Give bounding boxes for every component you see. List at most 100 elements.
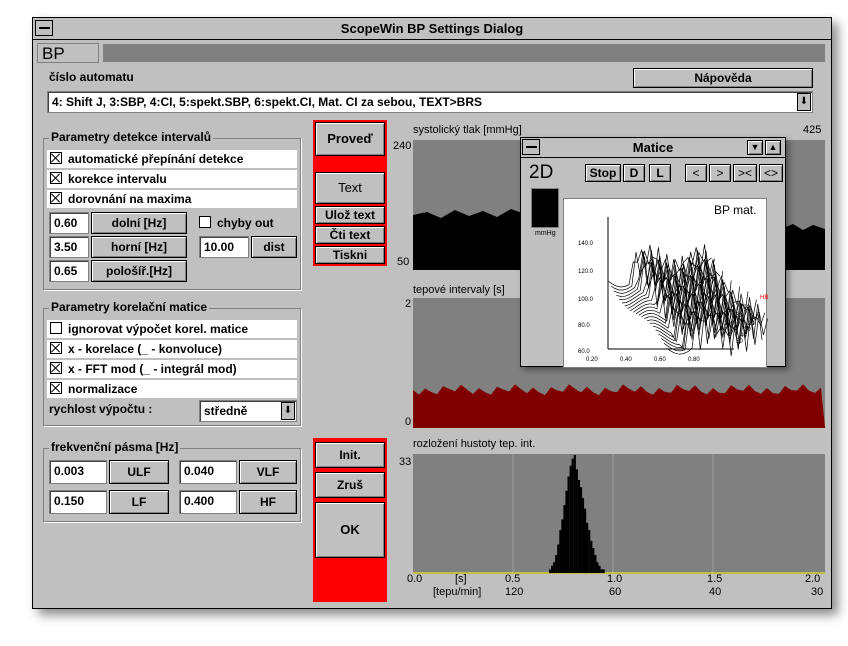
checkbox-errors-out[interactable]: chyby out: [199, 216, 274, 230]
checkbox-icon: [50, 382, 62, 394]
ulf-button[interactable]: ULF: [109, 460, 169, 484]
lf-button[interactable]: LF: [109, 490, 169, 514]
matrix-xtick-2: 0.60: [654, 357, 666, 363]
hist-xtick-1: 0.5: [505, 573, 521, 585]
systolic-ymin: 50: [397, 256, 410, 268]
ulf-input[interactable]: 0.003: [49, 460, 107, 484]
print-button[interactable]: Tiskni: [315, 246, 385, 264]
matrix-titlebar[interactable]: Matice: [521, 138, 785, 158]
checkbox-normalization[interactable]: normalizace: [47, 380, 297, 398]
checkbox-auto-switch[interactable]: automatické přepínání detekce: [47, 150, 297, 168]
dist-button[interactable]: dist: [251, 236, 297, 258]
hist-bpm-tick-2: 40: [709, 586, 722, 598]
checkbox-icon: [50, 362, 62, 374]
matrix-swatch: [531, 188, 559, 228]
system-menu-icon[interactable]: [35, 20, 53, 36]
matrix-ztick-5: 100: [740, 305, 751, 311]
matrix-shrink-button[interactable]: ><: [733, 164, 757, 182]
systolic-ymax: 240: [393, 140, 412, 152]
correlation-group-title: Parametry korelační matice: [49, 300, 210, 314]
bp-header-bar: [103, 44, 825, 62]
histogram-bar: [592, 548, 595, 573]
histogram-bar: [549, 569, 552, 573]
histogram-bar: [557, 544, 560, 573]
cancel-button[interactable]: Zruš: [315, 472, 385, 498]
automat-label: číslo automatu: [49, 70, 134, 84]
matrix-window[interactable]: Matice ▼ ▲ 2D Stop D L < > >< <> mmHg BP…: [520, 137, 786, 368]
maximize-icon[interactable]: ▲: [765, 140, 781, 155]
matrix-expand-button[interactable]: <>: [759, 164, 783, 182]
checkbox-correlation[interactable]: x - korelace (_ - konvoluce): [47, 340, 297, 358]
action-column-gray: [313, 266, 387, 438]
chevron-down-icon[interactable]: ⬇: [797, 93, 811, 111]
systolic-chart-title: systolický tlak [mmHg]: [413, 124, 522, 136]
hist-xtick-2: 1.0: [607, 573, 623, 585]
hist-bpm-tick-1: 60: [609, 586, 622, 598]
lower-hz-button[interactable]: dolní [Hz]: [91, 212, 187, 234]
checkbox-interval-correction[interactable]: korekce intervalu: [47, 170, 297, 188]
histogram-bar: [586, 522, 589, 573]
hr-ymin: 0: [405, 416, 412, 428]
matrix-ytick-4: 60.0: [578, 349, 590, 355]
minimize-icon[interactable]: ▼: [747, 140, 763, 155]
histogram-bar: [588, 530, 591, 573]
run-button[interactable]: Proveď: [315, 122, 385, 156]
dist-input[interactable]: 10.00: [199, 236, 249, 258]
checkbox-align-maxima[interactable]: dorovnání na maxima: [47, 190, 297, 208]
histogram-bar: [561, 519, 564, 573]
vlf-input[interactable]: 0.040: [179, 460, 237, 484]
upper-hz-input[interactable]: 3.50: [49, 236, 89, 258]
title-bar: ScopeWin BP Settings Dialog: [33, 18, 831, 40]
histogram-bar: [563, 505, 566, 573]
init-button[interactable]: Init.: [315, 442, 385, 468]
hist-xtick-0: 0.0: [407, 573, 423, 585]
checkbox-ignore-matrix[interactable]: ignorovat výpočet korel. matice: [47, 320, 297, 338]
matrix-stop-button[interactable]: Stop: [585, 164, 621, 182]
automat-select[interactable]: 4: Shift J, 3:SBP, 4:CI, 5:spekt.SBP, 6:…: [47, 91, 813, 113]
matrix-left-button[interactable]: <: [685, 164, 707, 182]
matrix-xtick-3: 0.80: [688, 357, 700, 363]
hist-bpm-unit: [tepu/min]: [433, 586, 482, 598]
save-text-button[interactable]: Ulož text: [315, 206, 385, 224]
upper-hz-button[interactable]: horní [Hz]: [91, 236, 187, 258]
text-button[interactable]: Text: [315, 172, 385, 204]
checkbox-icon: [50, 152, 62, 164]
automat-select-value: 4: Shift J, 3:SBP, 4:CI, 5:spekt.SBP, 6:…: [52, 95, 483, 109]
matrix-system-menu-icon[interactable]: [522, 139, 540, 155]
hist-bpm-tick-0: 120: [505, 586, 524, 598]
halfwidth-hz-input[interactable]: 0.65: [49, 260, 89, 282]
matrix-l-button[interactable]: L: [649, 164, 671, 182]
histogram-bar: [577, 480, 580, 573]
lf-input[interactable]: 0.150: [49, 490, 107, 514]
systolic-corner-value: 425: [803, 124, 822, 136]
vlf-button[interactable]: VLF: [239, 460, 297, 484]
histogram-bar: [569, 465, 572, 573]
help-button[interactable]: Nápověda: [633, 68, 813, 88]
matrix-ytick-0: 140.0: [578, 241, 594, 247]
read-text-button[interactable]: Čti text: [315, 226, 385, 244]
hist-chart-title: rozložení hustoty tep. int.: [413, 438, 536, 450]
matrix-ytick-1: 120.0: [578, 269, 594, 275]
histogram-bar: [600, 569, 603, 573]
ok-button[interactable]: OK: [315, 502, 385, 558]
histogram-bar: [551, 565, 554, 573]
histogram-bar: [571, 458, 574, 573]
hist-ymax: 33: [399, 456, 412, 468]
checkbox-fft-mode[interactable]: x - FFT mod (_ - integrál mod): [47, 360, 297, 378]
chevron-down-icon[interactable]: ⬇: [281, 402, 295, 420]
halfwidth-hz-button[interactable]: pološíř.[Hz]: [91, 260, 187, 282]
hist-bpm-tick-3: 30: [811, 586, 824, 598]
matrix-ytick-2: 100.0: [578, 297, 594, 303]
matrix-right-button[interactable]: >: [709, 164, 731, 182]
matrix-xtick-1: 0.40: [620, 357, 632, 363]
matrix-ztick-7: 200: [724, 321, 735, 327]
histogram-bar: [590, 540, 593, 573]
hf-input[interactable]: 0.400: [179, 490, 237, 514]
matrix-d-button[interactable]: D: [623, 164, 645, 182]
lower-hz-input[interactable]: 0.60: [49, 212, 89, 234]
hf-button[interactable]: HF: [239, 490, 297, 514]
histogram-bar: [565, 490, 568, 573]
histogram-bar: [602, 569, 605, 573]
histogram-chart: [413, 454, 825, 574]
matrix-mode-label: 2D: [529, 162, 554, 183]
